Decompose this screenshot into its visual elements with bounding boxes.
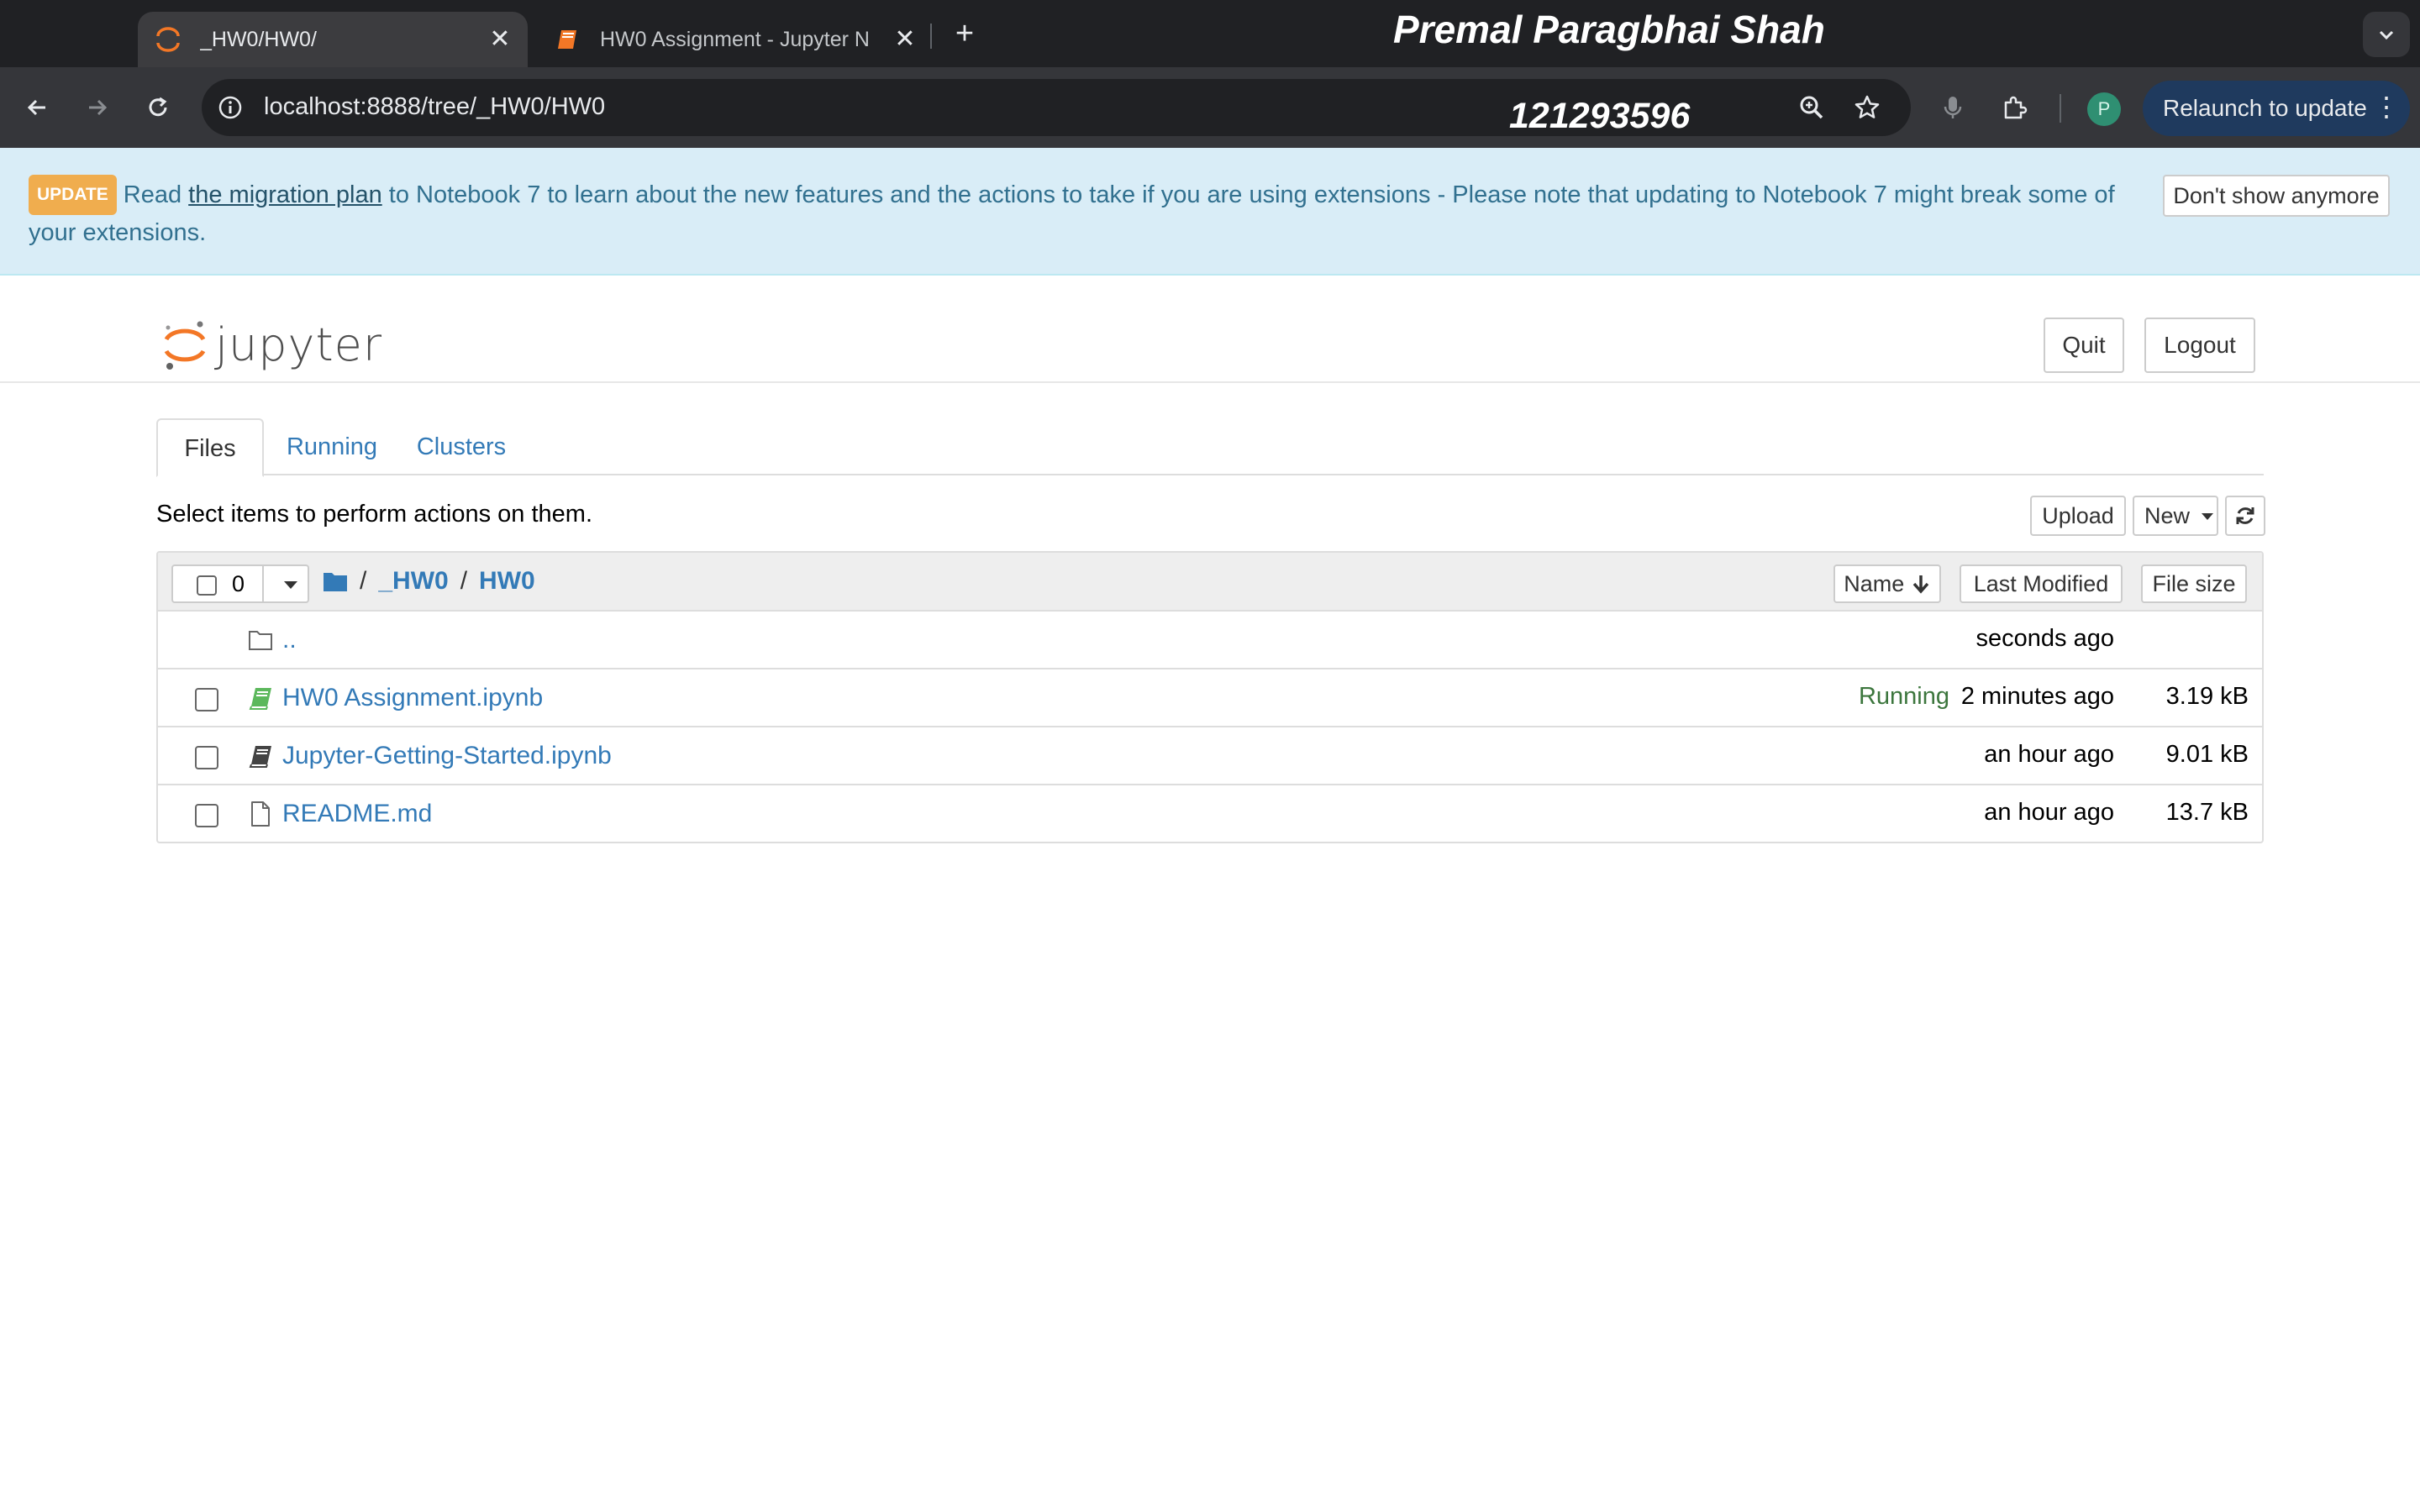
relaunch-label: Relaunch to update — [2163, 95, 2367, 121]
browser-tab-active[interactable]: _HW0/HW0/ ✕ — [138, 12, 528, 67]
item-size: 9.01 kB — [2165, 741, 2249, 768]
upload-button[interactable]: Upload — [2030, 496, 2126, 536]
migration-plan-link[interactable]: the migration plan — [188, 181, 382, 208]
select-divider — [262, 566, 264, 601]
item-name-link[interactable]: README.md — [282, 800, 432, 828]
sort-size-button[interactable]: File size — [2141, 564, 2247, 603]
info-icon[interactable] — [213, 91, 247, 124]
file-list: 0 / _HW0 / HW0 Name Last Modified File s… — [156, 551, 2264, 843]
jupyter-favicon-icon — [153, 24, 183, 55]
relaunch-button[interactable]: Relaunch to update ⋮ — [2143, 81, 2410, 136]
tab-clusters[interactable]: Clusters — [398, 418, 524, 475]
list-item[interactable]: README.md an hour ago 13.7 kB — [158, 785, 2262, 842]
breadcrumb-separator: / — [460, 567, 468, 595]
dont-show-button[interactable]: Don't show anymore — [2163, 175, 2390, 217]
chevron-down-icon — [2375, 24, 2397, 45]
profile-avatar[interactable]: P — [2087, 92, 2121, 126]
tab-running[interactable]: Running — [269, 418, 395, 475]
sort-name-label: Name — [1844, 571, 1905, 596]
item-checkbox[interactable] — [195, 688, 218, 711]
running-status: Running — [1858, 683, 1949, 710]
arrow-right-icon — [84, 94, 111, 121]
jupyter-logo-text: jupyter — [215, 318, 383, 371]
breadcrumb-item[interactable]: _HW0 — [378, 567, 448, 596]
refresh-icon — [2234, 505, 2256, 527]
notebook-favicon-icon — [553, 24, 583, 55]
folder-icon[interactable] — [323, 570, 348, 592]
refresh-button[interactable] — [2225, 496, 2265, 536]
list-item[interactable]: HW0 Assignment.ipynb Running 2 minutes a… — [158, 669, 2262, 727]
jupyter-logo[interactable]: jupyter — [163, 318, 382, 371]
item-name-link[interactable]: .. — [282, 626, 297, 654]
dashboard-tabs: Files Running Clusters — [156, 418, 2264, 477]
folder-outline-icon — [247, 627, 274, 654]
list-item[interactable]: Jupyter-Getting-Started.ipynb an hour ag… — [158, 727, 2262, 785]
sort-name-button[interactable]: Name — [1833, 564, 1941, 603]
new-button-label: New — [2144, 503, 2191, 528]
close-tab-icon[interactable]: ✕ — [892, 27, 918, 52]
overlay-student-name: Premal Paragbhai Shah — [1393, 8, 1825, 51]
caret-down-icon — [2201, 513, 2213, 520]
selected-count: 0 — [232, 571, 245, 596]
close-tab-icon[interactable]: ✕ — [487, 27, 513, 52]
item-name-link[interactable]: HW0 Assignment.ipynb — [282, 684, 543, 712]
selection-instruction: Select items to perform actions on them. — [156, 501, 592, 528]
forward-button[interactable] — [76, 86, 119, 129]
bookmark-star-icon[interactable] — [1850, 91, 1884, 124]
file-list-header: 0 / _HW0 / HW0 Name Last Modified File s… — [158, 553, 2262, 612]
item-size: 3.19 kB — [2165, 683, 2249, 710]
sort-modified-button[interactable]: Last Modified — [1960, 564, 2123, 603]
item-modified: 2 minutes ago — [1960, 683, 2114, 710]
tab-title: HW0 Assignment - Jupyter N — [600, 27, 870, 51]
tab-files[interactable]: Files — [156, 418, 264, 477]
file-icon — [247, 801, 274, 827]
update-banner: UPDATE Read the migration plan to Noteboo… — [0, 148, 2420, 276]
microphone-icon[interactable] — [1934, 89, 1971, 126]
reload-icon — [145, 94, 171, 121]
banner-message: UPDATE Read the migration plan to Noteboo… — [29, 175, 2129, 250]
select-all-checkbox[interactable] — [197, 575, 217, 596]
notebook-running-icon — [247, 685, 274, 711]
browser-tab-inactive[interactable]: HW0 Assignment - Jupyter N ✕ — [538, 12, 933, 67]
select-menu-caret-icon[interactable] — [284, 581, 297, 589]
item-checkbox[interactable] — [195, 804, 218, 827]
breadcrumb: / _HW0 / HW0 — [323, 563, 535, 600]
notebook-icon — [247, 743, 274, 769]
update-badge: UPDATE — [29, 175, 117, 215]
item-modified: an hour ago — [1984, 741, 2114, 768]
zoom-icon[interactable] — [1795, 91, 1828, 124]
tab-search-button[interactable] — [2363, 12, 2410, 57]
item-modified: seconds ago — [1975, 625, 2114, 652]
new-tab-button[interactable]: + — [946, 15, 983, 52]
breadcrumb-separator: / — [360, 567, 367, 595]
item-size: 13.7 kB — [2165, 799, 2249, 826]
toolbar-separator — [2060, 94, 2061, 123]
reload-button[interactable] — [136, 86, 180, 129]
more-vert-icon[interactable]: ⋮ — [2373, 81, 2400, 136]
extensions-icon[interactable] — [1996, 89, 2033, 126]
browser-toolbar: localhost:8888/tree/_HW0/HW0 121293596 P… — [0, 67, 2420, 148]
item-checkbox[interactable] — [195, 746, 218, 769]
quit-button[interactable]: Quit — [2044, 318, 2124, 373]
item-name-link[interactable]: Jupyter-Getting-Started.ipynb — [282, 742, 612, 770]
jupyter-header: jupyter Quit Logout — [0, 277, 2420, 383]
item-modified: an hour ago — [1984, 799, 2114, 826]
logout-button[interactable]: Logout — [2144, 318, 2255, 373]
tab-title: _HW0/HW0/ — [200, 27, 317, 51]
new-dropdown-button[interactable]: New — [2133, 496, 2218, 536]
url-text: localhost:8888/tree/_HW0/HW0 — [264, 93, 606, 120]
back-button[interactable] — [15, 86, 59, 129]
browser-tab-strip: _HW0/HW0/ ✕ HW0 Assignment - Jupyter N ✕… — [0, 0, 2420, 67]
jupyter-logo-icon — [163, 318, 208, 371]
select-all-group: 0 — [171, 564, 309, 603]
arrow-down-icon — [1911, 574, 1931, 594]
arrow-left-icon — [24, 94, 50, 121]
overlay-student-id: 121293596 — [1509, 96, 1691, 136]
breadcrumb-item[interactable]: HW0 — [479, 567, 535, 596]
list-item[interactable]: .. seconds ago — [158, 612, 2262, 669]
tab-divider — [930, 24, 932, 49]
banner-text-before: Read — [123, 181, 189, 208]
